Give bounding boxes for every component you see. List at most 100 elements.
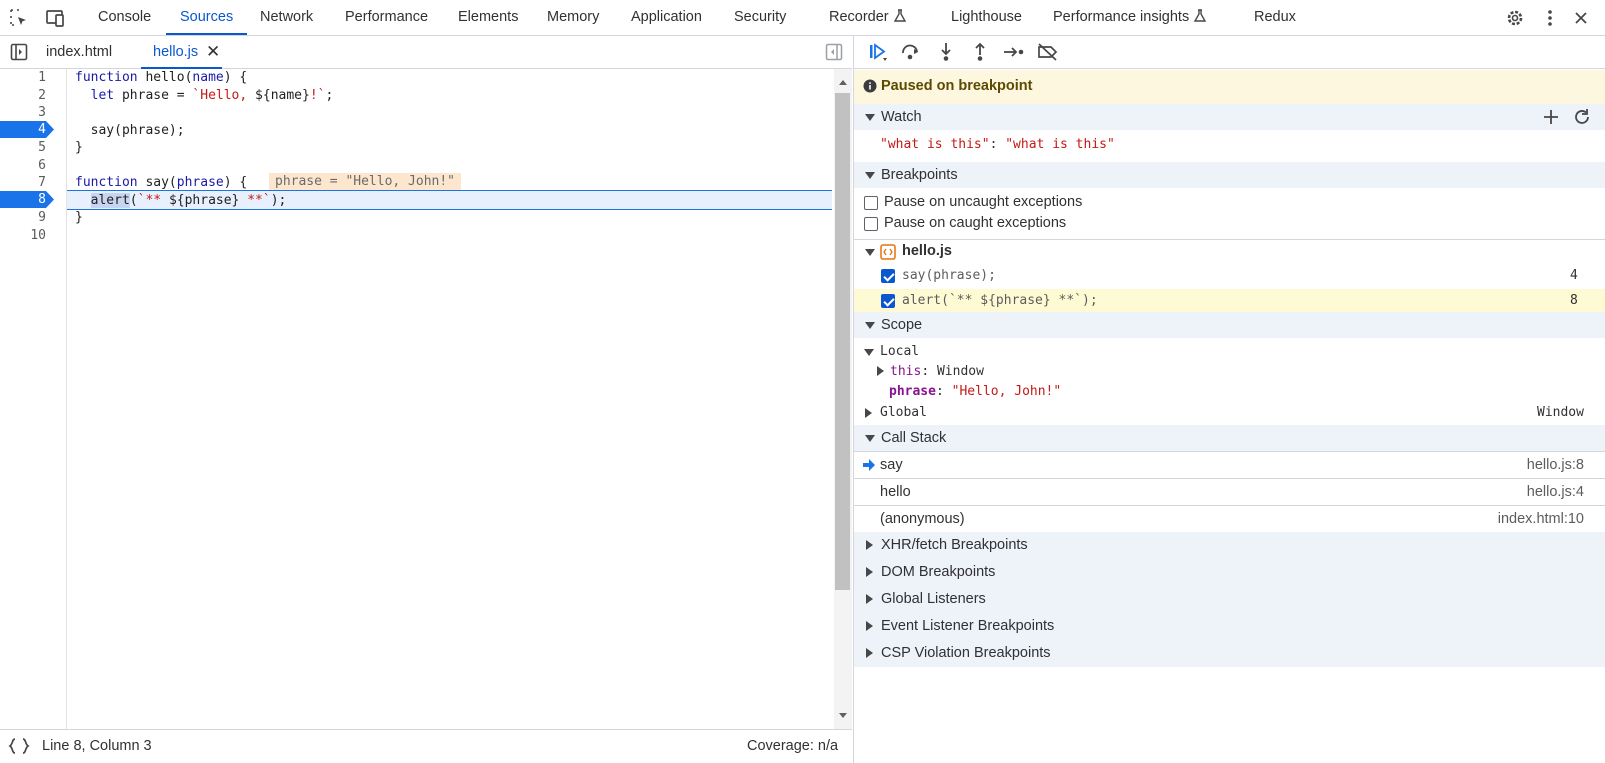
call-stack-title: Call Stack — [881, 430, 947, 446]
tab-performance-insights[interactable]: Performance insights — [1053, 0, 1207, 35]
breakpoint-checkbox[interactable] — [881, 269, 895, 283]
code-line[interactable]: let phrase = `Hello, ${name}!`; — [75, 87, 334, 105]
tab-application[interactable]: Application — [631, 0, 702, 35]
dom-breakpoints-header[interactable]: DOM Breakpoints — [854, 559, 1605, 586]
scroll-down-icon[interactable] — [834, 707, 852, 725]
current-frame-arrow-icon — [863, 459, 875, 471]
pause-caught-checkbox[interactable] — [864, 217, 878, 231]
file-tab-index-html[interactable]: index.html — [46, 36, 112, 68]
tab-console[interactable]: Console — [98, 0, 151, 35]
expand-icon[interactable] — [865, 408, 872, 418]
scope-this-row[interactable]: this: Window — [890, 364, 984, 379]
event-listener-breakpoints-header[interactable]: Event Listener Breakpoints — [854, 613, 1605, 640]
inspect-element-icon[interactable] — [7, 6, 31, 30]
watch-section-header[interactable]: Watch — [854, 104, 1605, 130]
file-tab-hello-js[interactable]: hello.js — [140, 36, 223, 69]
breakpoint-checkbox[interactable] — [881, 294, 895, 308]
call-frame-location[interactable]: hello.js:4 — [1527, 484, 1584, 500]
section-title: XHR/fetch Breakpoints — [881, 537, 1028, 553]
watch-expression-name: "what is this" — [880, 137, 990, 152]
tab-lighthouse[interactable]: Lighthouse — [951, 0, 1022, 35]
settings-icon[interactable] — [1503, 6, 1527, 30]
close-icon[interactable] — [1569, 6, 1593, 30]
scroll-up-icon[interactable] — [834, 73, 852, 91]
line-number[interactable]: 5 — [0, 139, 46, 157]
scope-section-header[interactable]: Scope — [854, 312, 1605, 338]
code-line[interactable]: function say(phrase) { — [75, 174, 247, 192]
breakpoint-item-active[interactable]: alert(`** ${phrase} **`); 8 — [854, 289, 1605, 314]
device-toolbar-icon[interactable] — [43, 6, 67, 30]
step-icon[interactable] — [1002, 40, 1026, 64]
watch-expression: "what is this": "what is this" — [880, 137, 1115, 152]
global-listeners-header[interactable]: Global Listeners — [854, 586, 1605, 613]
code-line[interactable]: function hello(name) { — [75, 69, 247, 87]
call-frame-location[interactable]: index.html:10 — [1498, 511, 1584, 527]
scope-global[interactable]: Global — [880, 405, 927, 420]
tab-recorder[interactable]: Recorder — [829, 0, 907, 35]
breakpoint-code: alert(`** ${phrase} **`); — [902, 293, 1098, 308]
collapse-icon — [866, 594, 873, 604]
call-frame[interactable]: (anonymous) index.html:10 — [854, 506, 1605, 532]
call-frame-location[interactable]: hello.js:8 — [1527, 457, 1584, 473]
line-number[interactable]: 3 — [0, 104, 46, 122]
tab-elements[interactable]: Elements — [458, 0, 518, 35]
line-number[interactable]: 1 — [0, 69, 46, 87]
line-number[interactable]: 10 — [0, 227, 46, 245]
scope-local[interactable]: Local — [880, 344, 919, 359]
breakpoint-item[interactable]: say(phrase); 4 — [854, 264, 1605, 288]
call-stack-section-header[interactable]: Call Stack — [854, 425, 1605, 451]
line-number[interactable]: 4 — [0, 121, 46, 139]
watch-expression-row[interactable]: "what is this": "what is this" — [854, 130, 1605, 161]
code-line[interactable]: say(phrase); — [75, 122, 185, 140]
line-number[interactable]: 9 — [0, 209, 46, 227]
scope-var-row[interactable]: phrase: "Hello, John!" — [889, 384, 1061, 399]
section-title: Event Listener Breakpoints — [881, 618, 1055, 634]
breakpoint-line: 8 — [1570, 293, 1578, 308]
step-out-icon[interactable] — [968, 40, 992, 64]
toggle-navigator-icon[interactable] — [7, 40, 31, 64]
breakpoint-file-name: hello.js — [902, 243, 952, 259]
xhr-fetch-breakpoints-header[interactable]: XHR/fetch Breakpoints — [854, 532, 1605, 559]
refresh-icon[interactable] — [1572, 107, 1592, 127]
tab-redux[interactable]: Redux — [1254, 0, 1296, 35]
expand-icon[interactable] — [877, 366, 884, 376]
line-number[interactable]: 7 — [0, 174, 46, 192]
step-into-icon[interactable] — [934, 40, 958, 64]
tab-security[interactable]: Security — [734, 0, 786, 35]
code-line[interactable]: } — [75, 139, 83, 157]
breakpoints-section-header[interactable]: Breakpoints — [854, 162, 1605, 188]
code-line[interactable]: } — [75, 209, 83, 227]
call-frame-name: say — [880, 457, 903, 473]
call-frame[interactable]: hello hello.js:4 — [854, 479, 1605, 505]
coverage-status[interactable]: Coverage: n/a — [747, 730, 838, 763]
breakpoint-file-row[interactable]: hello.js — [854, 240, 1605, 264]
collapse-icon — [866, 648, 873, 658]
tab-sources[interactable]: Sources — [165, 0, 248, 35]
collapse-icon — [866, 567, 873, 577]
csp-violation-breakpoints-header[interactable]: CSP Violation Breakpoints — [854, 640, 1605, 667]
add-watch-icon[interactable] — [1542, 108, 1560, 126]
toggle-debugger-icon[interactable] — [822, 40, 846, 64]
pause-uncaught-checkbox[interactable] — [864, 196, 878, 210]
deactivate-breakpoints-icon[interactable] — [1036, 40, 1060, 64]
tab-performance[interactable]: Performance — [345, 0, 428, 35]
call-frame[interactable]: say hello.js:8 — [854, 452, 1605, 478]
paused-message: Paused on breakpoint — [881, 78, 1033, 94]
pause-caught-label[interactable]: Pause on caught exceptions — [884, 215, 1066, 231]
close-tab-icon[interactable]: ✕ — [206, 36, 220, 68]
code-line[interactable]: alert(`** ${phrase} **`); — [75, 192, 286, 210]
expand-icon[interactable] — [864, 349, 874, 356]
scrollbar-thumb[interactable] — [835, 93, 850, 590]
more-options-icon[interactable] — [1538, 6, 1562, 30]
tab-network[interactable]: Network — [260, 0, 313, 35]
line-number[interactable]: 6 — [0, 157, 46, 175]
pause-uncaught-label[interactable]: Pause on uncaught exceptions — [884, 194, 1082, 210]
code-editor[interactable]: 1 2 3 4 5 6 7 8 9 10 function hello(name… — [0, 69, 852, 729]
pretty-print-icon[interactable] — [7, 734, 31, 758]
tab-memory[interactable]: Memory — [547, 0, 599, 35]
resume-icon[interactable] — [866, 40, 890, 64]
step-over-icon[interactable] — [899, 40, 923, 64]
line-number[interactable]: 2 — [0, 87, 46, 105]
script-file-icon — [880, 244, 896, 260]
line-number[interactable]: 8 — [0, 191, 46, 209]
